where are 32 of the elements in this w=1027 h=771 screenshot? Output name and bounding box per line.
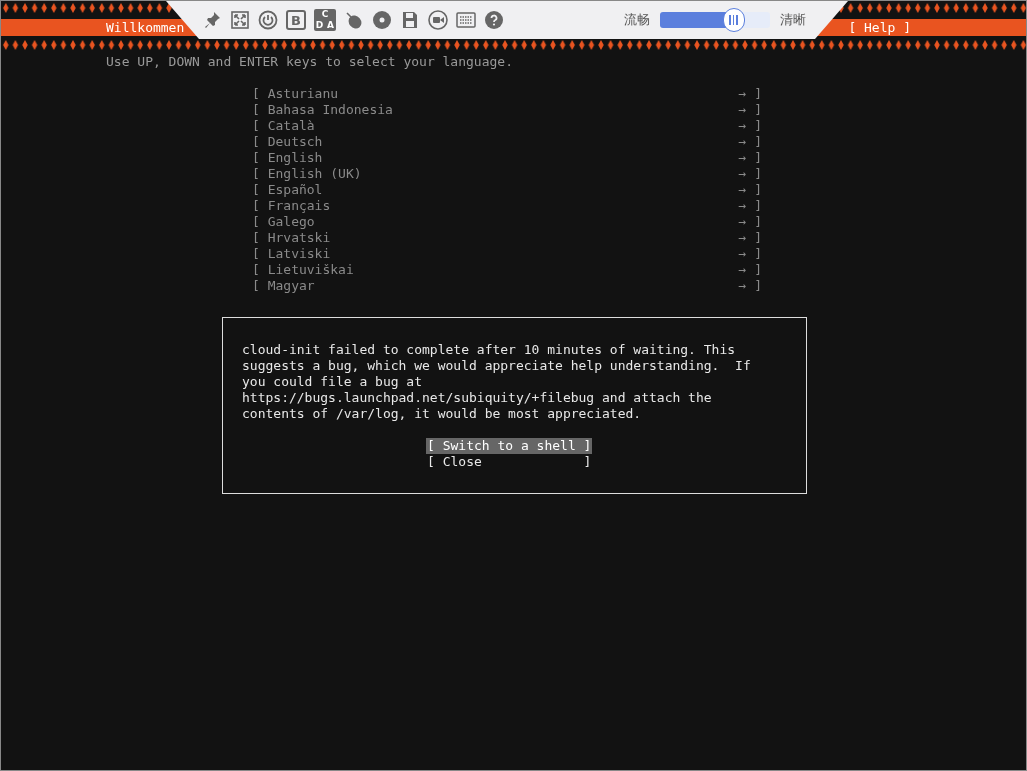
language-item[interactable]: [ Magyar → ] [252,278,762,294]
clear-label: 清晰 [780,12,806,28]
language-item[interactable]: [ Bahasa Indonesia → ] [252,102,762,118]
help-button[interactable]: [ Help ] [848,19,911,36]
language-item[interactable]: [ Français → ] [252,198,762,214]
instruction-text: Use UP, DOWN and ENTER keys to select your language. [106,54,514,70]
help-icon[interactable] [484,10,504,30]
language-item[interactable]: [ Asturianu → ] [252,86,762,102]
disc-icon[interactable] [372,10,392,30]
camera-icon[interactable] [428,10,448,30]
language-item[interactable]: [ Deutsch → ] [252,134,762,150]
language-item[interactable]: [ English (UK) → ] [252,166,762,182]
screen-title: Willkommen [106,19,185,36]
floppy-icon[interactable] [400,10,420,30]
language-item[interactable]: [ Latviski → ] [252,246,762,262]
mouse-icon[interactable] [344,10,364,30]
keyboard-icon[interactable] [456,10,476,30]
keys-icon[interactable]: C D A [314,9,336,31]
language-item[interactable]: [ Català → ] [252,118,762,134]
language-item[interactable]: [ English → ] [252,150,762,166]
fullscreen-icon[interactable] [230,10,250,30]
dialog-button[interactable]: [ Close ] [426,454,593,470]
smooth-label: 流畅 [624,12,650,28]
language-item[interactable]: [ Lietuviškai → ] [252,262,762,278]
boot-icon[interactable]: B [286,10,306,30]
language-item[interactable]: [ Hrvatski → ] [252,230,762,246]
dialog-button[interactable]: [ Switch to a shell ] [426,438,593,454]
language-item[interactable]: [ Galego → ] [252,214,762,230]
error-message: cloud-init failed to complete after 10 minutes of waiting. This suggests a bug, which we would appreciate help understanding. If you could file a bug at https://bugs.launchpad.net/subiquity/+filebug and attach the contents of /var/log, it would be most appreciated. [242,342,752,422]
language-item[interactable]: [ Español → ] [252,182,762,198]
power-icon[interactable] [258,10,278,30]
slider-thumb[interactable] [722,8,745,32]
